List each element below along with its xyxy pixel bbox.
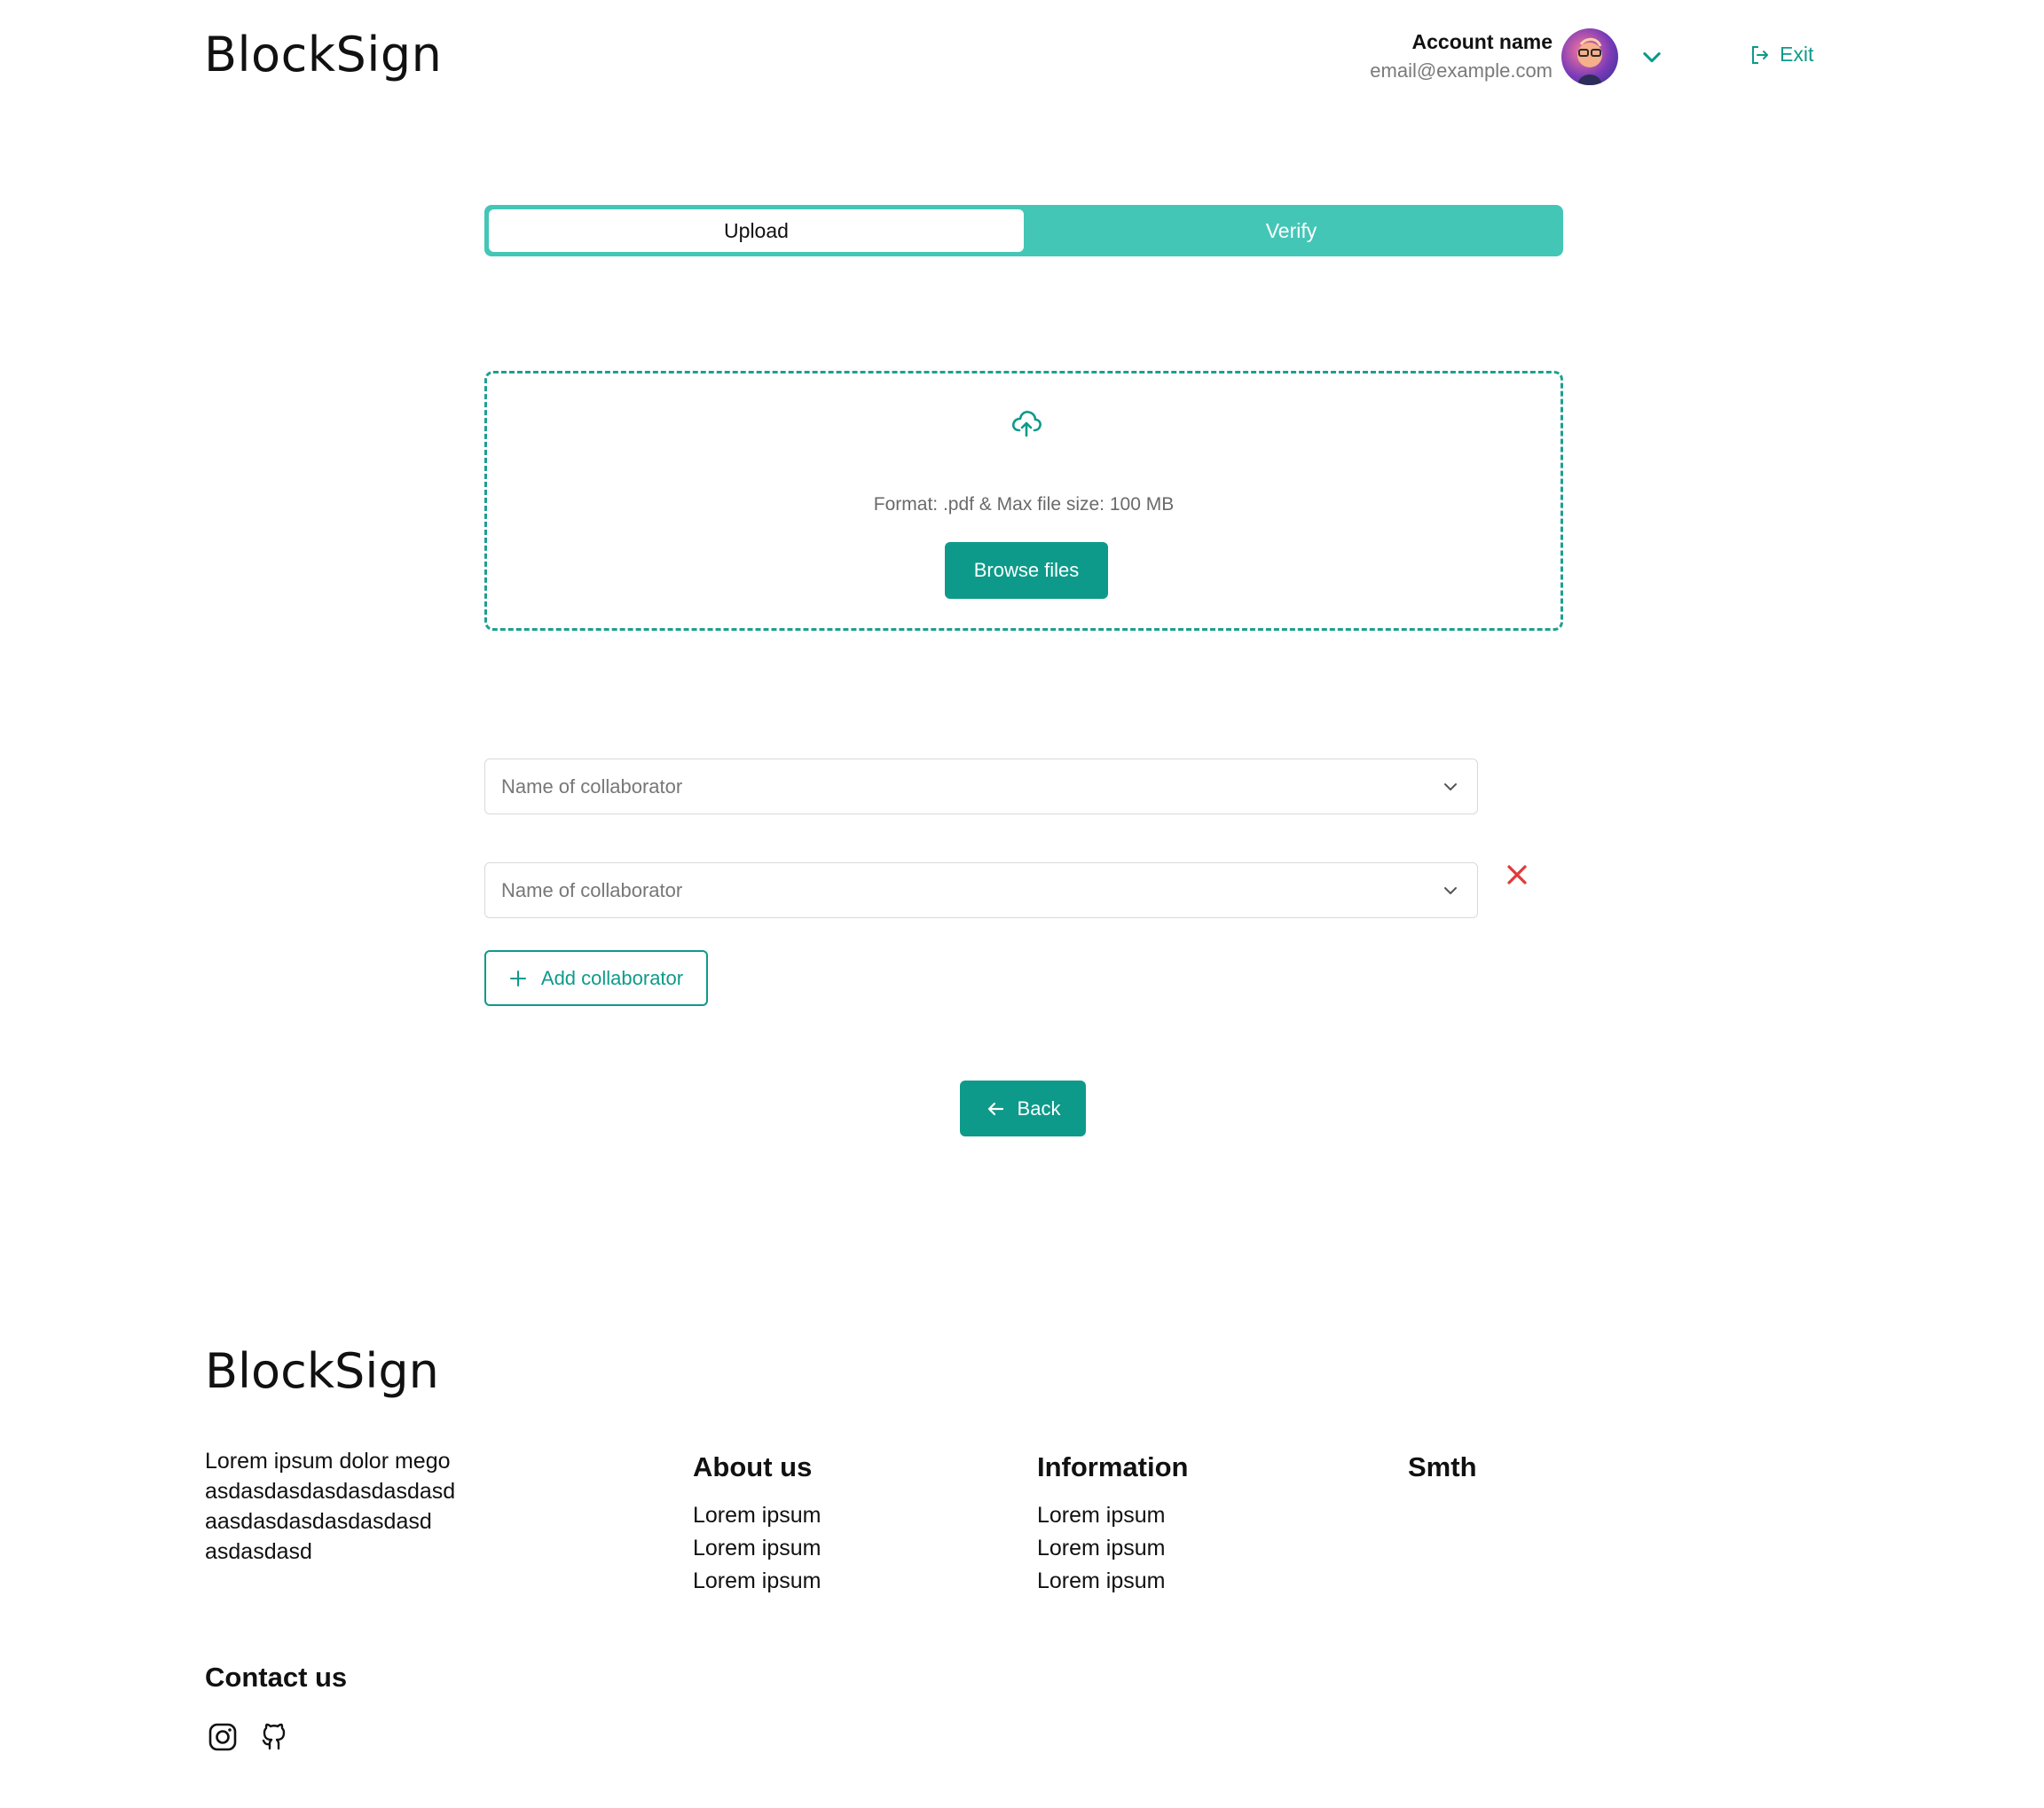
footer-column-title: Information	[1037, 1451, 1189, 1482]
footer-column-title: Smth	[1408, 1451, 1477, 1482]
footer-link[interactable]: Lorem ipsum	[693, 1532, 822, 1565]
collaborator-select[interactable]: Name of collaborator	[484, 862, 1478, 918]
browse-files-button[interactable]: Browse files	[945, 542, 1108, 599]
exit-label: Exit	[1780, 43, 1814, 66]
add-collaborator-label: Add collaborator	[540, 966, 684, 989]
tab-verify[interactable]: Verify	[1024, 209, 1559, 252]
cloud-upload-icon	[1011, 411, 1042, 437]
file-dropzone[interactable]: Format: .pdf & Max file size: 100 MB Bro…	[484, 371, 1563, 631]
footer-column-smth: Smth	[1408, 1451, 1477, 1499]
footer-link[interactable]: Lorem ipsum	[693, 1499, 822, 1532]
collaborator-select[interactable]: Name of collaborator	[484, 759, 1478, 814]
back-button[interactable]: Back	[960, 1081, 1086, 1136]
exit-button[interactable]: Exit	[1749, 43, 1813, 67]
footer-column-about: About us Lorem ipsum Lorem ipsum Lorem i…	[693, 1451, 822, 1598]
plus-icon	[509, 970, 526, 987]
app-logo[interactable]: BlockSign	[204, 27, 442, 83]
arrow-left-icon	[987, 1102, 1003, 1115]
footer-link[interactable]: Lorem ipsum	[1037, 1532, 1189, 1565]
step-tabs: Upload Verify	[484, 205, 1563, 256]
footer-logo[interactable]: BlockSign	[205, 1343, 439, 1399]
instagram-icon[interactable]	[207, 1721, 239, 1753]
footer-description: Lorem ipsum dolor mego asdasdasdasdasdas…	[205, 1449, 456, 1564]
footer-link[interactable]: Lorem ipsum	[1037, 1499, 1189, 1532]
chevron-down-icon	[1444, 887, 1457, 894]
account-info: Account name email@example.com	[1340, 27, 1553, 85]
chevron-down-icon[interactable]	[1639, 44, 1664, 69]
tab-upload[interactable]: Upload	[489, 209, 1024, 252]
remove-collaborator-icon[interactable]	[1505, 862, 1529, 887]
footer-column-information: Information Lorem ipsum Lorem ipsum Lore…	[1037, 1451, 1189, 1598]
footer-link[interactable]: Lorem ipsum	[693, 1565, 822, 1598]
avatar[interactable]	[1561, 28, 1618, 85]
format-hint: Format: .pdf & Max file size: 100 MB	[873, 494, 1175, 515]
chevron-down-icon	[1444, 783, 1457, 790]
collaborator-placeholder: Name of collaborator	[501, 774, 683, 798]
contact-title: Contact us	[205, 1662, 348, 1693]
github-icon[interactable]	[258, 1721, 290, 1753]
add-collaborator-button[interactable]: Add collaborator	[484, 950, 708, 1006]
footer-column-title: About us	[693, 1451, 813, 1482]
collaborator-placeholder: Name of collaborator	[501, 878, 683, 901]
account-email: email@example.com	[1370, 59, 1553, 82]
footer-link[interactable]: Lorem ipsum	[1037, 1565, 1189, 1598]
account-name: Account name	[1411, 30, 1553, 53]
back-label: Back	[1017, 1097, 1061, 1120]
logout-icon	[1752, 45, 1768, 64]
